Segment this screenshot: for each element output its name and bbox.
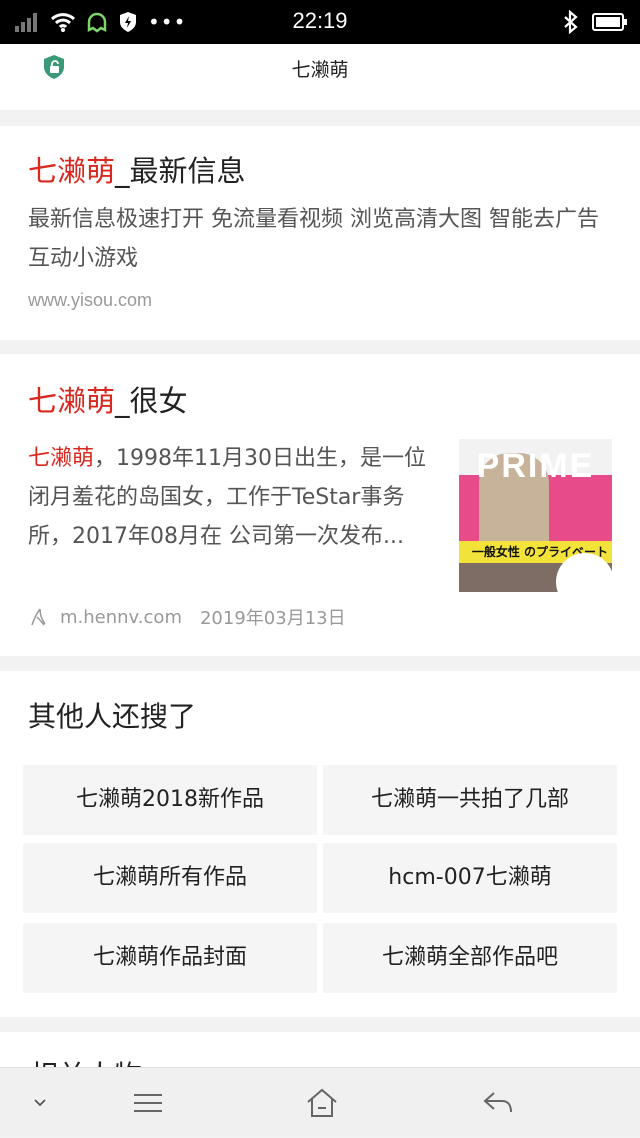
related-search-chip[interactable]: 七濑萌一共拍了几部	[323, 765, 617, 835]
title-rest: _很女	[115, 384, 188, 418]
site-favicon-icon	[31, 608, 46, 626]
section-title: 其他人还搜了	[28, 700, 197, 733]
back-button[interactable]	[472, 1068, 524, 1138]
chevron-down-icon	[34, 1099, 46, 1107]
status-right-icons	[562, 10, 628, 34]
result-date: 2019年03月13日	[199, 608, 346, 629]
status-bar: ••• 22:19	[0, 0, 640, 44]
snippet-highlight: 七濑萌	[28, 446, 95, 471]
related-search-chip[interactable]: hcm-007七濑萌	[323, 843, 617, 913]
bluetooth-icon	[564, 10, 578, 34]
title-highlight: 七濑萌	[28, 384, 116, 418]
battery-icon	[592, 13, 627, 31]
title-rest: _最新信息	[115, 154, 246, 188]
home-button[interactable]	[296, 1068, 348, 1138]
status-time: 22:19	[292, 8, 348, 33]
result-snippet: 七濑萌，1998年11月30日出生，是一位闭月羞花的岛国女，工作于TeStar事…	[28, 439, 444, 556]
page-title: 七濑萌	[291, 59, 349, 81]
related-searches: 其他人还搜了 七濑萌2018新作品 七濑萌一共拍了几部 七濑萌所有作品 hcm-…	[0, 671, 640, 1017]
result-card[interactable]: 七濑萌_很女 七濑萌，1998年11月30日出生，是一位闭月羞花的岛国女，工作于…	[0, 354, 640, 656]
back-icon	[483, 1092, 512, 1113]
home-icon	[307, 1088, 337, 1117]
bottom-nav	[0, 1067, 640, 1137]
menu-button[interactable]	[122, 1068, 174, 1138]
result-url: www.yisou.com	[28, 290, 153, 310]
result-url: m.hennv.com	[60, 606, 182, 628]
related-search-chip[interactable]: 七濑萌作品封面	[23, 923, 317, 993]
title-highlight: 七濑萌	[28, 154, 116, 188]
result-title[interactable]: 七濑萌_最新信息	[28, 148, 246, 190]
related-search-chip[interactable]: 七濑萌全部作品吧	[323, 923, 617, 993]
related-people-section: 相关人物	[0, 1032, 640, 1092]
related-search-chip[interactable]: 七濑萌所有作品	[23, 843, 317, 913]
related-search-chip[interactable]: 七濑萌2018新作品	[23, 765, 317, 835]
result-title[interactable]: 七濑萌_很女	[28, 378, 188, 420]
top-bar: 七濑萌	[0, 44, 640, 110]
menu-icon	[134, 1094, 162, 1112]
result-thumbnail[interactable]: PRIME 一般女性 のプライベート SEX	[459, 439, 612, 592]
result-snippet: 最新信息极速打开 免流量看视频 浏览高清大图 智能去广告 互动小游戏	[28, 207, 599, 271]
result-meta: m.hennv.com 2019年03月13日	[28, 604, 346, 630]
collapse-button[interactable]	[20, 1068, 60, 1138]
result-card[interactable]: 七濑萌_最新信息 最新信息极速打开 免流量看视频 浏览高清大图 智能去广告 互动…	[0, 126, 640, 340]
thumb-masthead: PRIME	[476, 447, 595, 485]
